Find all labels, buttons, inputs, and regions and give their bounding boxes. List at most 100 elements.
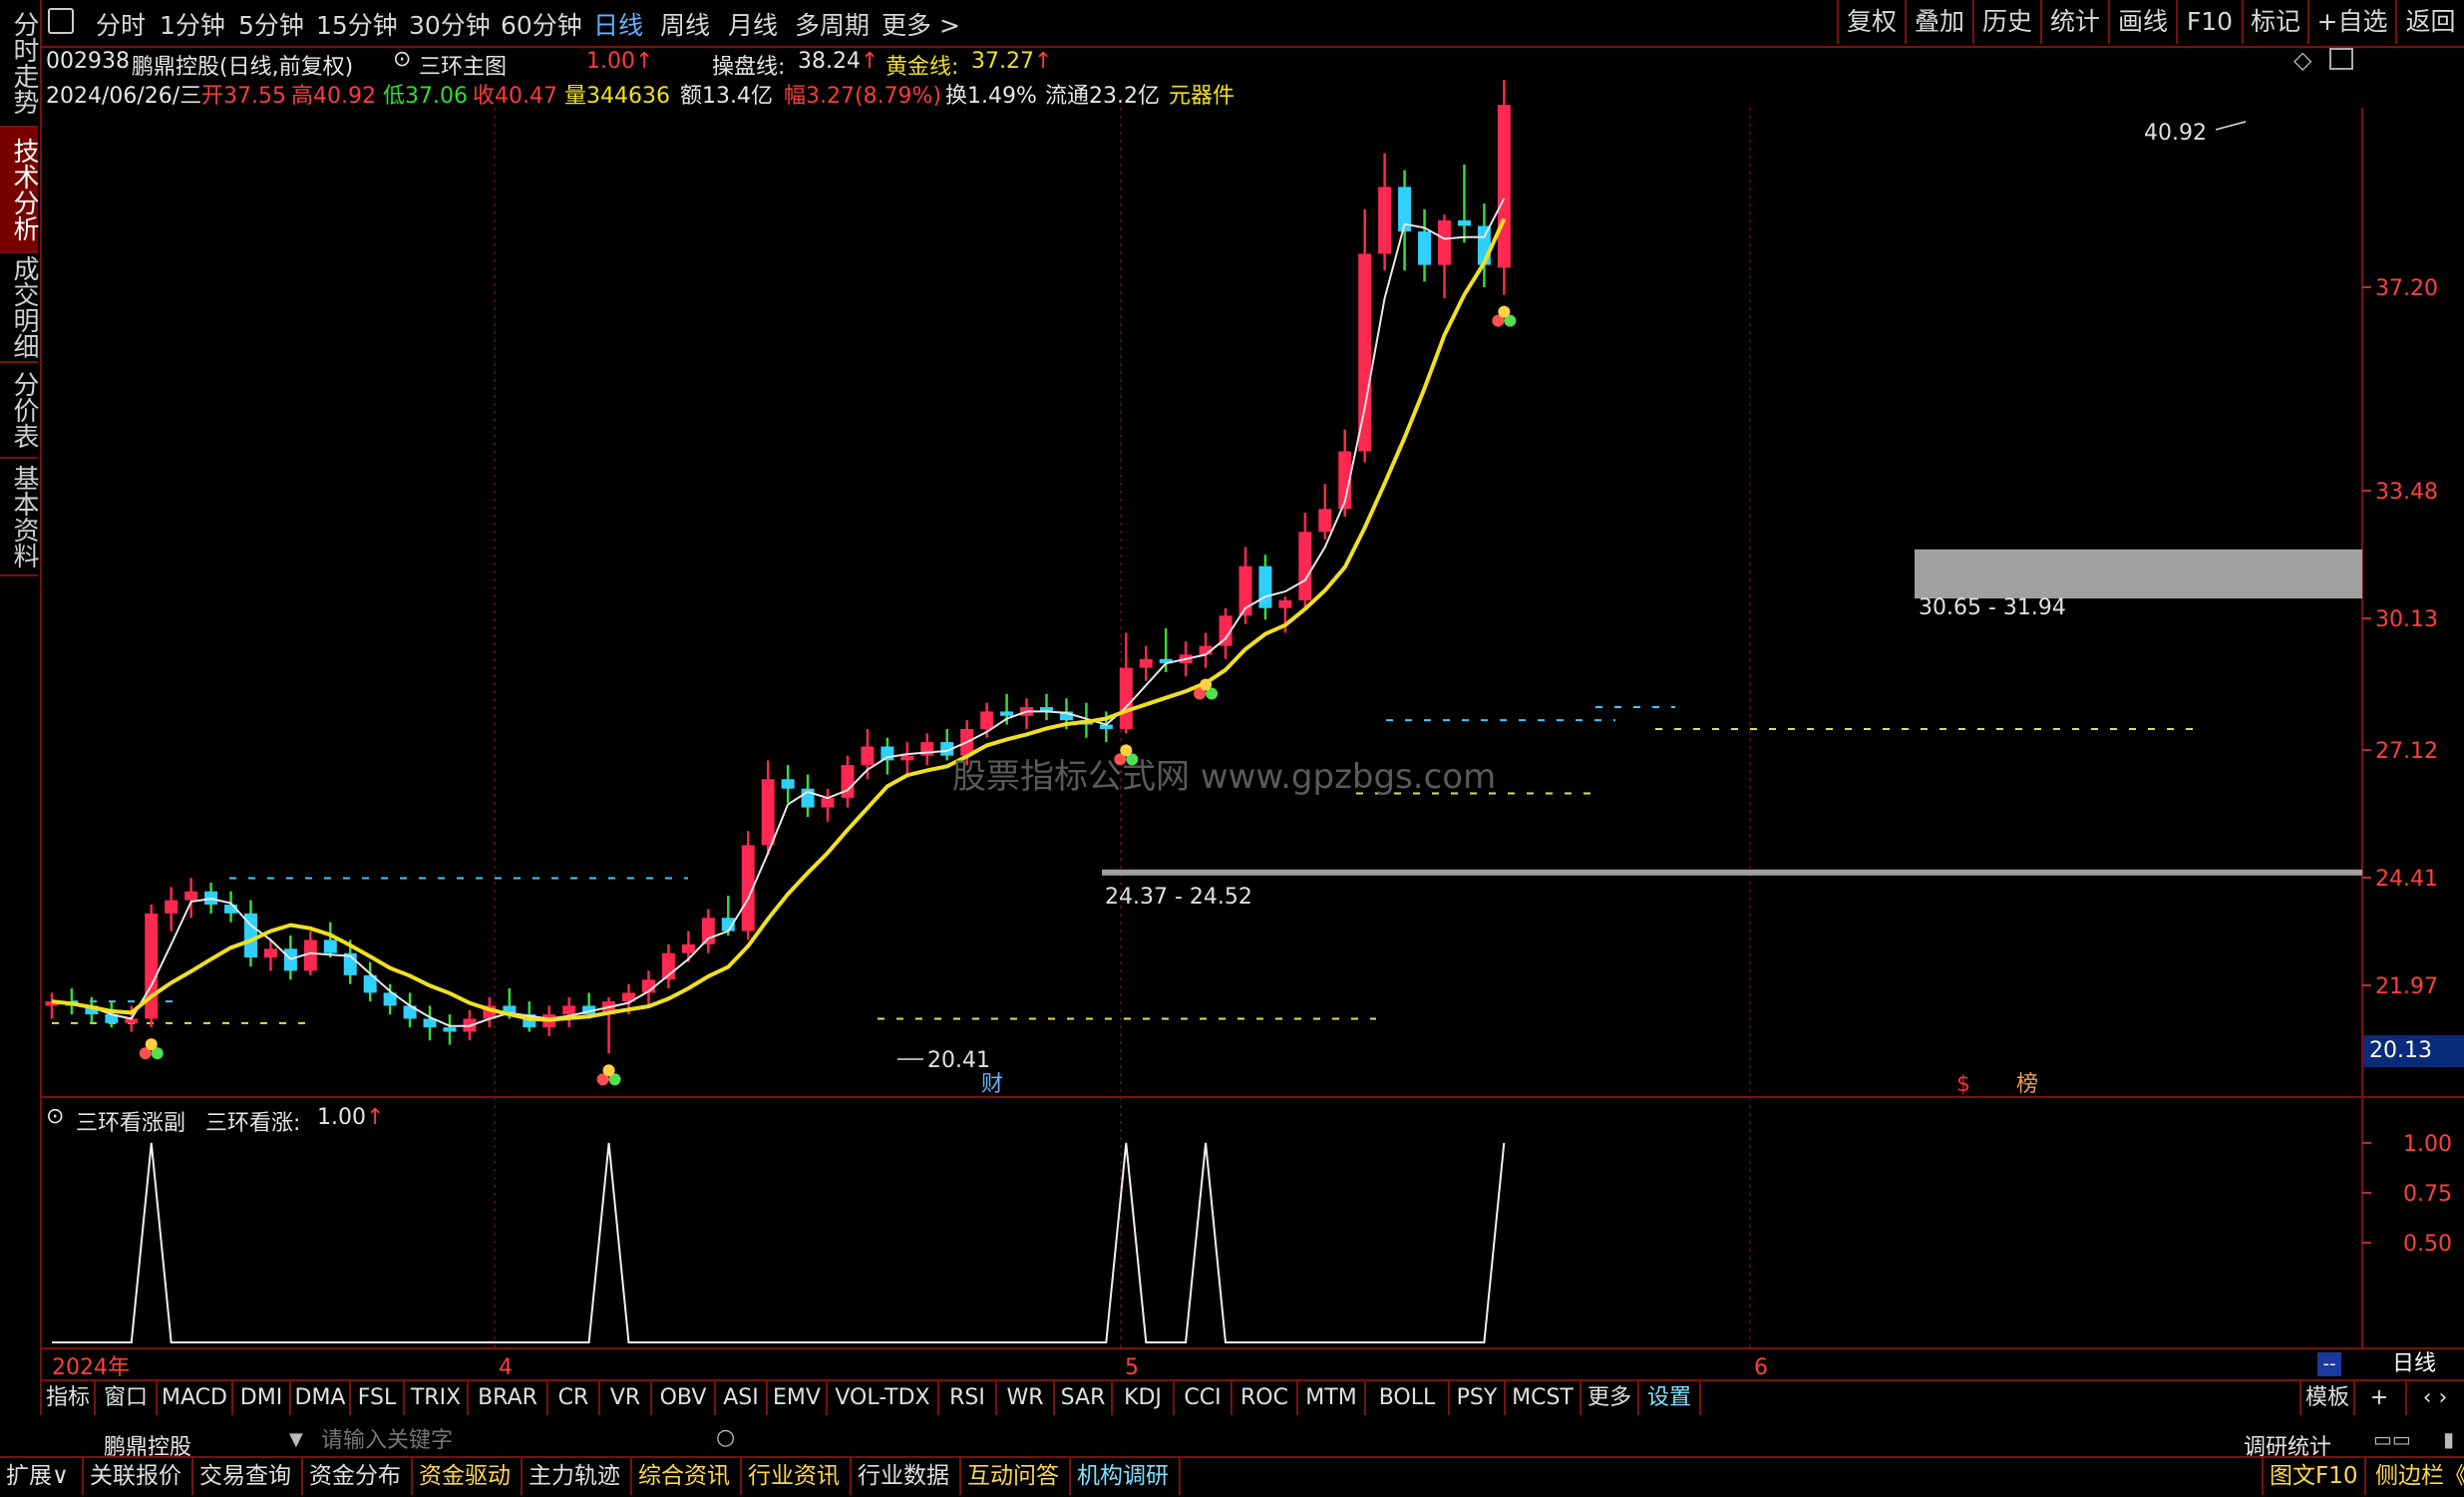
sidebar-button[interactable]: 侧边栏《 <box>2369 1458 2464 1495</box>
pin-icon[interactable]: ▮ <box>2443 1427 2454 1451</box>
signal-dot-yellow <box>602 1064 615 1077</box>
indicator-tab-obv[interactable]: OBV <box>652 1381 716 1415</box>
indicator-tab-rsi[interactable]: RSI <box>939 1381 997 1415</box>
sub-indicator: 1.00 0.75 0.50 <box>52 1132 2452 1343</box>
status-tab-2[interactable]: 交易查询 <box>193 1458 303 1495</box>
candle-body <box>323 939 337 953</box>
indicator-tab-macd[interactable]: MACD <box>158 1381 233 1415</box>
month-label: 2024年 <box>52 1355 130 1380</box>
signal-dot-yellow <box>145 1038 158 1051</box>
indicator-tab-emv[interactable]: EMV <box>768 1381 828 1415</box>
candle-body <box>1139 658 1153 668</box>
status-tab-4[interactable]: 资金驱动 <box>413 1458 523 1495</box>
indicator-tab-kdj[interactable]: KDJ <box>1113 1381 1175 1415</box>
high-arrow <box>2215 121 2247 131</box>
indicator-tab-psy[interactable]: PSY <box>1450 1381 1506 1415</box>
current-price-tag: 20.13 <box>2363 1035 2464 1067</box>
indicator-tab-cr[interactable]: CR <box>548 1381 600 1415</box>
indicator-tab-cci[interactable]: CCI <box>1175 1381 1232 1415</box>
candle-body <box>562 1005 576 1015</box>
ranking-badge: 榜 <box>2016 1072 2038 1097</box>
sub-indicator-title[interactable]: 三环看涨副 <box>76 1105 185 1137</box>
candle-body <box>1000 711 1014 716</box>
candle-body <box>1418 231 1432 265</box>
annotations: 40.92 20.41 30.65 - 31.94 24.37 - 24.52 财 $ 榜 <box>139 121 2247 1097</box>
indicator-tab-bar: 指标 窗口 MACD DMI DMA FSL TRIX BRAR CR VR OBV ASI EMV VO… <box>42 1379 2464 1417</box>
watermark: 股票指标公式网 www.gpzbgs.com <box>952 757 1496 797</box>
candle-body <box>1378 187 1392 254</box>
chevron-down-icon[interactable]: ▼ <box>289 1429 303 1450</box>
candle-body <box>443 1027 457 1032</box>
arrow-buttons[interactable]: ‹ › <box>2407 1381 2463 1415</box>
status-tab-6[interactable]: 综合资讯 <box>632 1458 742 1495</box>
sub-indicator-dropdown-icon[interactable]: ⊙ <box>46 1104 64 1129</box>
status-tab-5[interactable]: 主力轨迹 <box>523 1458 632 1495</box>
template-button[interactable]: 模板 <box>2299 1381 2355 1415</box>
candle-body <box>1497 105 1511 268</box>
candle-body <box>900 755 914 761</box>
status-tab-7[interactable]: 行业资讯 <box>742 1458 852 1495</box>
status-tab-1[interactable]: 关联报价 <box>84 1458 193 1495</box>
indicator-tab-mcst[interactable]: MCST <box>1506 1381 1582 1415</box>
candle-body <box>1457 219 1471 226</box>
signal-dot-yellow <box>1200 678 1213 691</box>
status-tab-8[interactable]: 行业数据 <box>852 1458 961 1495</box>
upper-zone-label: 30.65 - 31.94 <box>1919 595 2066 620</box>
lower-zone-label: 24.37 - 24.52 <box>1105 885 1252 910</box>
indicator-tab-asi[interactable]: ASI <box>716 1381 768 1415</box>
status-tab-10[interactable]: 机构调研 <box>1071 1458 1181 1495</box>
status-tab-9[interactable]: 互动问答 <box>961 1458 1071 1495</box>
indicator-tab-mtm[interactable]: MTM <box>1298 1381 1366 1415</box>
sub-tick-label: 0.50 <box>2403 1232 2452 1257</box>
f10-graphic-button[interactable]: 图文F10 <box>2262 1458 2366 1495</box>
indicator-tab-设置[interactable]: 设置 <box>1639 1381 1701 1415</box>
candle-body <box>681 943 695 953</box>
candle-body <box>1278 600 1292 608</box>
candle-body <box>841 765 855 799</box>
price-tick-label: 24.41 <box>2375 867 2438 892</box>
indicator-tab-dmi[interactable]: DMI <box>233 1381 291 1415</box>
price-tick-label: 27.12 <box>2375 739 2438 764</box>
search-row: 鹏鼎控股 ▼ ○ 调研统计 ▭▭ ▮ <box>0 1415 2464 1460</box>
indicator-tab-更多[interactable]: 更多 <box>1582 1381 1639 1415</box>
indicator-tab-trix[interactable]: TRIX <box>405 1381 469 1415</box>
candle-body <box>1318 509 1332 533</box>
candle-body <box>1258 565 1272 608</box>
candle-body <box>184 891 198 901</box>
candle-body <box>263 948 277 958</box>
price-tick-label: 33.48 <box>2375 480 2438 505</box>
sub-indicator-label: 三环看涨: <box>205 1111 301 1136</box>
layout-icon[interactable]: ▭▭ <box>2373 1427 2411 1451</box>
indicator-tab-roc[interactable]: ROC <box>1232 1381 1298 1415</box>
indicator-tab-指标[interactable]: 指标 <box>42 1381 96 1415</box>
search-icon[interactable]: ○ <box>716 1425 735 1450</box>
indicator-tab-brar[interactable]: BRAR <box>469 1381 548 1415</box>
indicator-tab-vol-tdx[interactable]: VOL-TDX <box>828 1381 939 1415</box>
status-tab-3[interactable]: 资金分布 <box>303 1458 413 1495</box>
sub-tick-label: 1.00 <box>2403 1132 2452 1157</box>
candle-body <box>145 913 159 1019</box>
indicator-tab-窗口[interactable]: 窗口 <box>96 1381 158 1415</box>
candle-body <box>980 711 994 729</box>
indicator-tab-fsl[interactable]: FSL <box>351 1381 405 1415</box>
add-indicator-button[interactable]: + <box>2353 1381 2407 1415</box>
candle-body <box>1358 253 1372 452</box>
price-tick-label: 30.13 <box>2375 607 2438 632</box>
candlestick-chart[interactable]: 2024年 4 5 6 40.92 20.41 30.65 - 31.94 24.37 - … <box>0 0 2464 1495</box>
sub-tick-label: 0.75 <box>2403 1182 2452 1207</box>
candle-body <box>1119 667 1133 729</box>
scroll-indicator[interactable]: -- <box>2317 1352 2341 1376</box>
search-input[interactable] <box>319 1425 742 1455</box>
indicator-tab-sar[interactable]: SAR <box>1055 1381 1113 1415</box>
arrow-up-icon: ↑ <box>365 1105 385 1130</box>
indicator-tab-boll[interactable]: BOLL <box>1366 1381 1450 1415</box>
month-label: 5 <box>1125 1355 1139 1380</box>
sub-indicator-value: 1.00↑ <box>317 1105 384 1130</box>
sub-indicator-value-text: 1.00 <box>317 1105 366 1130</box>
indicator-tab-dma[interactable]: DMA <box>291 1381 351 1415</box>
period-tag: 日线 <box>2391 1351 2436 1376</box>
indicator-tab-wr[interactable]: WR <box>997 1381 1055 1415</box>
indicator-tab-vr[interactable]: VR <box>600 1381 652 1415</box>
candle-body <box>1438 219 1451 265</box>
status-tab-0[interactable]: 扩展∨ <box>0 1458 84 1495</box>
